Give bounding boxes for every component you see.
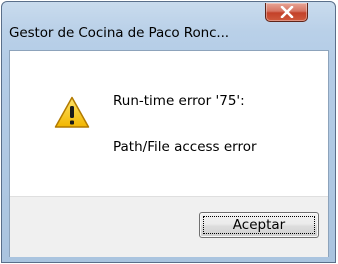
warning-icon	[54, 96, 90, 128]
accept-button-label: Aceptar	[232, 217, 286, 233]
close-icon	[280, 6, 294, 18]
dialog-body: Run-time error '75': Path/File access er…	[9, 50, 329, 257]
message-dialog-window: Gestor de Cocina de Paco Ronc... Run-tim…	[1, 1, 336, 263]
error-description-text: Path/File access error	[113, 139, 257, 155]
close-button[interactable]	[265, 3, 308, 22]
error-code-text: Run-time error '75':	[113, 93, 245, 109]
window-title: Gestor de Cocina de Paco Ronc...	[9, 25, 229, 41]
message-area: Run-time error '75': Path/File access er…	[10, 51, 328, 196]
accept-button[interactable]: Aceptar	[199, 212, 319, 238]
button-bar: Aceptar	[10, 196, 328, 257]
